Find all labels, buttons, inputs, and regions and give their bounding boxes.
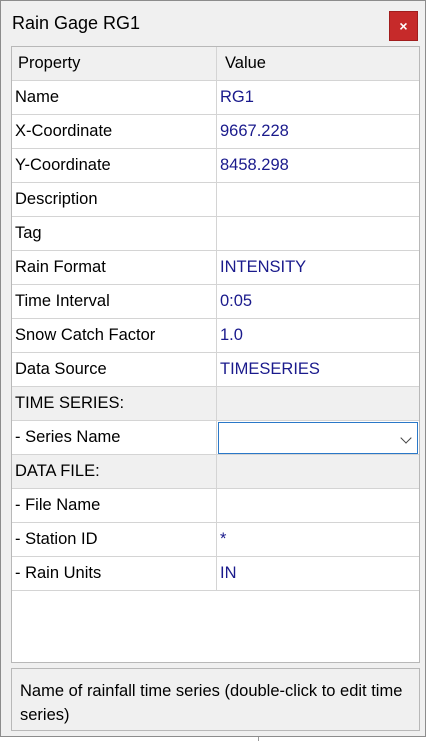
rain-gage-properties-window: Rain Gage RG1 × Property Value Name RG1 … bbox=[0, 0, 426, 737]
property-row-data-source[interactable]: Data Source TIMESERIES bbox=[12, 353, 419, 387]
property-value[interactable]: RG1 bbox=[217, 81, 419, 114]
property-row-name[interactable]: Name RG1 bbox=[12, 81, 419, 115]
property-value[interactable] bbox=[217, 217, 419, 250]
title-bar[interactable]: Rain Gage RG1 × bbox=[1, 1, 425, 45]
window-title: Rain Gage RG1 bbox=[12, 13, 141, 33]
close-icon: × bbox=[399, 18, 408, 34]
property-label: - Series Name bbox=[12, 421, 217, 454]
property-label: Name bbox=[12, 81, 217, 114]
column-header-property[interactable]: Property bbox=[12, 47, 217, 80]
property-label: Rain Format bbox=[12, 251, 217, 284]
close-button[interactable]: × bbox=[389, 11, 418, 41]
property-label: - Station ID bbox=[12, 523, 217, 556]
property-row-file-name[interactable]: - File Name bbox=[12, 489, 419, 523]
property-label: Data Source bbox=[12, 353, 217, 386]
canvas-line bbox=[258, 737, 259, 741]
section-value bbox=[217, 387, 419, 420]
property-value[interactable]: * bbox=[217, 523, 419, 556]
status-hint: Name of rainfall time series (double-cli… bbox=[11, 668, 420, 731]
property-value[interactable]: INTENSITY bbox=[217, 251, 419, 284]
property-label: Tag bbox=[12, 217, 217, 250]
property-row-station-id[interactable]: - Station ID * bbox=[12, 523, 419, 557]
property-row-x-coordinate[interactable]: X-Coordinate 9667.228 bbox=[12, 115, 419, 149]
property-row-tag[interactable]: Tag bbox=[12, 217, 419, 251]
chevron-down-icon[interactable] bbox=[400, 432, 412, 444]
grid-header: Property Value bbox=[12, 47, 419, 81]
property-label: - File Name bbox=[12, 489, 217, 522]
property-value[interactable]: 0:05 bbox=[217, 285, 419, 318]
property-grid: Property Value Name RG1 X-Coordinate 966… bbox=[11, 46, 420, 663]
property-value[interactable]: 8458.298 bbox=[217, 149, 419, 182]
column-header-value[interactable]: Value bbox=[217, 47, 419, 80]
property-row-rain-format[interactable]: Rain Format INTENSITY bbox=[12, 251, 419, 285]
property-label: Description bbox=[12, 183, 217, 216]
property-row-description[interactable]: Description bbox=[12, 183, 419, 217]
property-row-rain-units[interactable]: - Rain Units IN bbox=[12, 557, 419, 591]
property-row-y-coordinate[interactable]: Y-Coordinate 8458.298 bbox=[12, 149, 419, 183]
property-value[interactable] bbox=[217, 489, 419, 522]
section-label: TIME SERIES: bbox=[12, 387, 217, 420]
property-label: Y-Coordinate bbox=[12, 149, 217, 182]
property-value[interactable]: IN bbox=[217, 557, 419, 590]
dropdown-value bbox=[219, 423, 389, 456]
section-row-data-file: DATA FILE: bbox=[12, 455, 419, 489]
property-value[interactable]: 1.0 bbox=[217, 319, 419, 352]
property-row-series-name[interactable]: - Series Name bbox=[12, 421, 419, 455]
property-row-snow-catch-factor[interactable]: Snow Catch Factor 1.0 bbox=[12, 319, 419, 353]
property-row-time-interval[interactable]: Time Interval 0:05 bbox=[12, 285, 419, 319]
section-label: DATA FILE: bbox=[12, 455, 217, 488]
property-label: X-Coordinate bbox=[12, 115, 217, 148]
section-value bbox=[217, 455, 419, 488]
property-label: - Rain Units bbox=[12, 557, 217, 590]
property-label: Snow Catch Factor bbox=[12, 319, 217, 352]
property-label: Time Interval bbox=[12, 285, 217, 318]
property-value[interactable]: 9667.228 bbox=[217, 115, 419, 148]
section-row-time-series: TIME SERIES: bbox=[12, 387, 419, 421]
property-value[interactable] bbox=[217, 183, 419, 216]
property-value[interactable]: TIMESERIES bbox=[217, 353, 419, 386]
series-name-dropdown[interactable] bbox=[218, 422, 418, 454]
